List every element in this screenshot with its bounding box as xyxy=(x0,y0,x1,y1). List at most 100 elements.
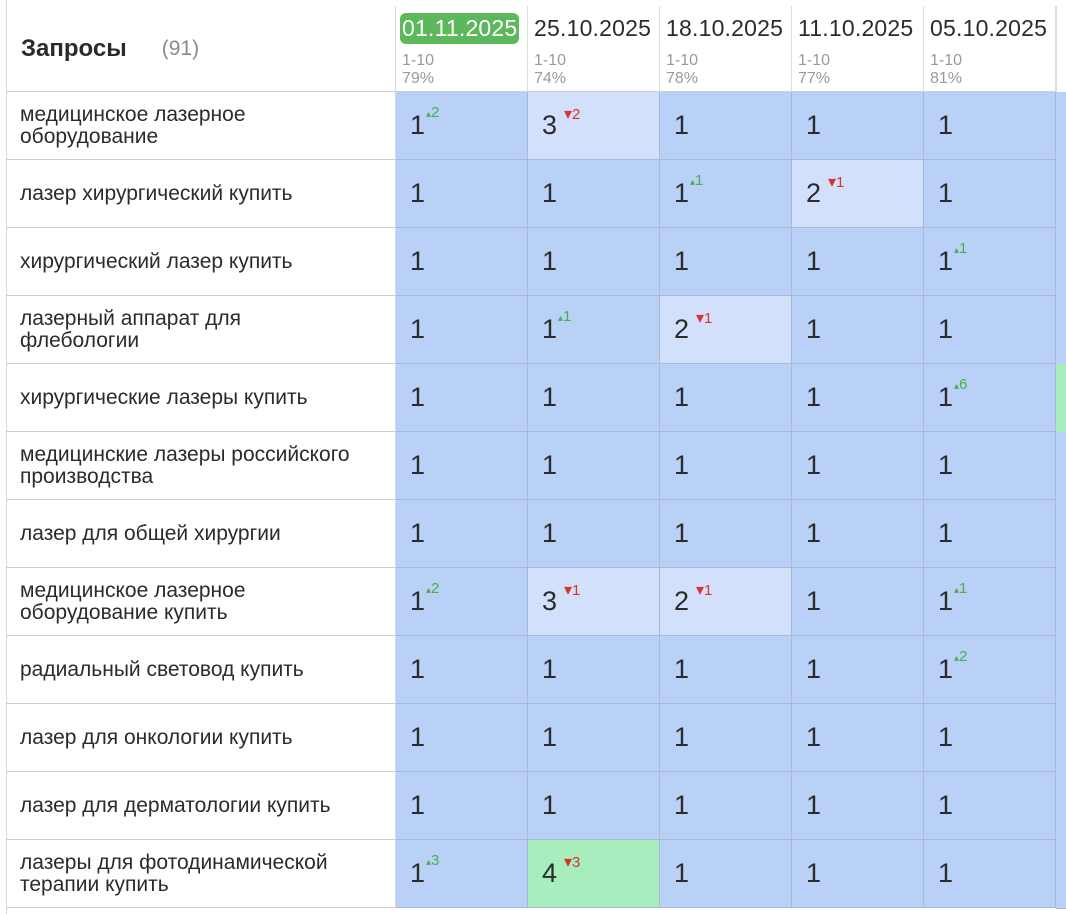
position-value: 1 xyxy=(806,382,822,412)
position-cell[interactable]: 1 xyxy=(924,704,1056,772)
next-column-edge xyxy=(1056,92,1066,161)
date-range: 1-10 xyxy=(402,52,435,69)
position-cell[interactable]: 1 xyxy=(660,432,792,500)
position-cell[interactable]: 1 xyxy=(528,500,660,568)
position-cell[interactable]: 1 xyxy=(792,364,924,432)
position-cell[interactable]: 1 ▴3 xyxy=(396,840,528,908)
query-cell[interactable]: лазер для общей хирургии xyxy=(6,500,396,568)
position-value: 1 xyxy=(806,586,822,616)
date-column-header[interactable]: 01.11.2025 1-10 79% xyxy=(396,6,528,92)
position-cell[interactable]: 1 xyxy=(660,92,792,160)
position-cell[interactable]: 1 xyxy=(924,92,1056,160)
position-delta: 2 xyxy=(572,106,581,123)
date-column-header[interactable]: 18.10.2025 1-10 78% xyxy=(660,6,792,92)
active-date-label[interactable]: 01.11.2025 xyxy=(400,13,520,44)
position-cell[interactable]: 1 xyxy=(528,432,660,500)
position-up-indicator: ▴2 xyxy=(426,580,439,597)
position-value: 1 xyxy=(806,110,822,140)
position-cell[interactable]: 1 xyxy=(660,228,792,296)
query-cell[interactable]: радиальный световод купить xyxy=(6,636,396,704)
date-range: 1-10 xyxy=(666,52,699,69)
position-cell[interactable]: 1 xyxy=(924,840,1056,908)
position-cell[interactable]: 1 xyxy=(792,432,924,500)
position-cell[interactable]: 1 xyxy=(792,92,924,160)
position-cell[interactable]: 1 xyxy=(528,772,660,840)
position-cell[interactable]: 1 ▴2 xyxy=(924,636,1056,704)
position-cell[interactable]: 1 xyxy=(396,296,528,364)
position-cell[interactable]: 1 ▴1 xyxy=(924,228,1056,296)
position-cell[interactable]: 1 ▴2 xyxy=(396,92,528,160)
position-cell[interactable]: 1 xyxy=(396,432,528,500)
position-cell[interactable]: 1 xyxy=(528,636,660,704)
position-value: 1 xyxy=(674,110,690,140)
position-cell[interactable]: 1 ▴6 xyxy=(924,364,1056,432)
date-label[interactable]: 05.10.2025 xyxy=(928,13,1049,44)
position-delta: 1 xyxy=(704,310,713,327)
position-cell[interactable]: 1 xyxy=(792,568,924,636)
position-cell[interactable]: 2 ▾1 xyxy=(660,568,792,636)
date-label[interactable]: 11.10.2025 xyxy=(796,13,915,44)
queries-header[interactable]: Запросы (91) xyxy=(6,6,396,92)
query-cell[interactable]: медицинские лазеры российского производс… xyxy=(6,432,396,500)
position-cell[interactable]: 2 ▾1 xyxy=(660,296,792,364)
position-value: 1 xyxy=(938,518,954,548)
position-cell[interactable]: 1 xyxy=(528,160,660,228)
arrow-down-icon: ▾ xyxy=(564,106,573,123)
position-cell[interactable]: 1 xyxy=(528,704,660,772)
position-cell[interactable]: 1 xyxy=(924,296,1056,364)
position-delta: 1 xyxy=(563,308,572,325)
query-cell[interactable]: лазер хирургический купить xyxy=(6,160,396,228)
position-cell[interactable]: 1 xyxy=(792,228,924,296)
date-column-header[interactable]: 25.10.2025 1-10 74% xyxy=(528,6,660,92)
date-label[interactable]: 25.10.2025 xyxy=(532,13,653,44)
query-cell[interactable]: медицинское лазерное оборудование xyxy=(6,92,396,160)
position-cell[interactable]: 1 xyxy=(528,364,660,432)
position-cell[interactable]: 3 ▾1 xyxy=(528,568,660,636)
position-cell[interactable]: 1 ▴2 xyxy=(396,568,528,636)
position-cell[interactable]: 1 xyxy=(396,364,528,432)
position-cell[interactable]: 4 ▾3 xyxy=(528,840,660,908)
table-row: медицинское лазерное оборудование купить… xyxy=(6,568,1066,637)
position-cell[interactable]: 1 xyxy=(660,636,792,704)
position-cell[interactable]: 1 xyxy=(528,228,660,296)
position-cell[interactable]: 1 xyxy=(660,364,792,432)
position-cell[interactable]: 1 xyxy=(396,636,528,704)
query-cell[interactable]: лазер для дерматологии купить xyxy=(6,772,396,840)
position-cell[interactable]: 1 xyxy=(660,840,792,908)
position-cell[interactable]: 1 xyxy=(792,296,924,364)
position-cell[interactable]: 1 xyxy=(792,636,924,704)
query-cell[interactable]: хирургический лазер купить xyxy=(6,228,396,296)
position-cell[interactable]: 1 xyxy=(792,704,924,772)
position-cell[interactable]: 1 xyxy=(924,160,1056,228)
position-cell[interactable]: 1 xyxy=(792,500,924,568)
position-cell[interactable]: 1 ▴1 xyxy=(660,160,792,228)
position-value: 1 xyxy=(938,314,954,344)
position-cell[interactable]: 1 xyxy=(396,772,528,840)
date-column-header[interactable]: 11.10.2025 1-10 77% xyxy=(792,6,924,92)
position-cell[interactable]: 1 ▴1 xyxy=(528,296,660,364)
position-cell[interactable]: 1 xyxy=(792,772,924,840)
date-column-header[interactable]: 05.10.2025 1-10 81% xyxy=(924,6,1056,92)
position-cell[interactable]: 3 ▾2 xyxy=(528,92,660,160)
position-cell[interactable]: 1 xyxy=(396,500,528,568)
position-cell[interactable]: 2 ▾1 xyxy=(792,160,924,228)
position-cell[interactable]: 1 xyxy=(396,228,528,296)
query-cell[interactable]: лазер для онкологии купить xyxy=(6,704,396,772)
date-label[interactable]: 18.10.2025 xyxy=(664,13,785,44)
position-cell[interactable]: 1 ▴1 xyxy=(924,568,1056,636)
position-cell[interactable]: 1 xyxy=(396,160,528,228)
position-cell[interactable]: 1 xyxy=(924,772,1056,840)
query-cell[interactable]: медицинское лазерное оборудование купить xyxy=(6,568,396,636)
query-cell[interactable]: лазерный аппарат для флебологии xyxy=(6,296,396,364)
query-cell[interactable]: лазеры для фотодинамической терапии купи… xyxy=(6,840,396,908)
position-cell[interactable]: 1 xyxy=(924,500,1056,568)
table-row: хирургический лазер купить 1 1 1 1 1 ▴1 xyxy=(6,228,1066,297)
position-value: 1 xyxy=(806,314,822,344)
position-cell[interactable]: 1 xyxy=(924,432,1056,500)
query-cell[interactable]: хирургические лазеры купить xyxy=(6,364,396,432)
position-cell[interactable]: 1 xyxy=(660,500,792,568)
position-cell[interactable]: 1 xyxy=(396,704,528,772)
position-cell[interactable]: 1 xyxy=(792,840,924,908)
position-cell[interactable]: 1 xyxy=(660,772,792,840)
position-cell[interactable]: 1 xyxy=(660,704,792,772)
